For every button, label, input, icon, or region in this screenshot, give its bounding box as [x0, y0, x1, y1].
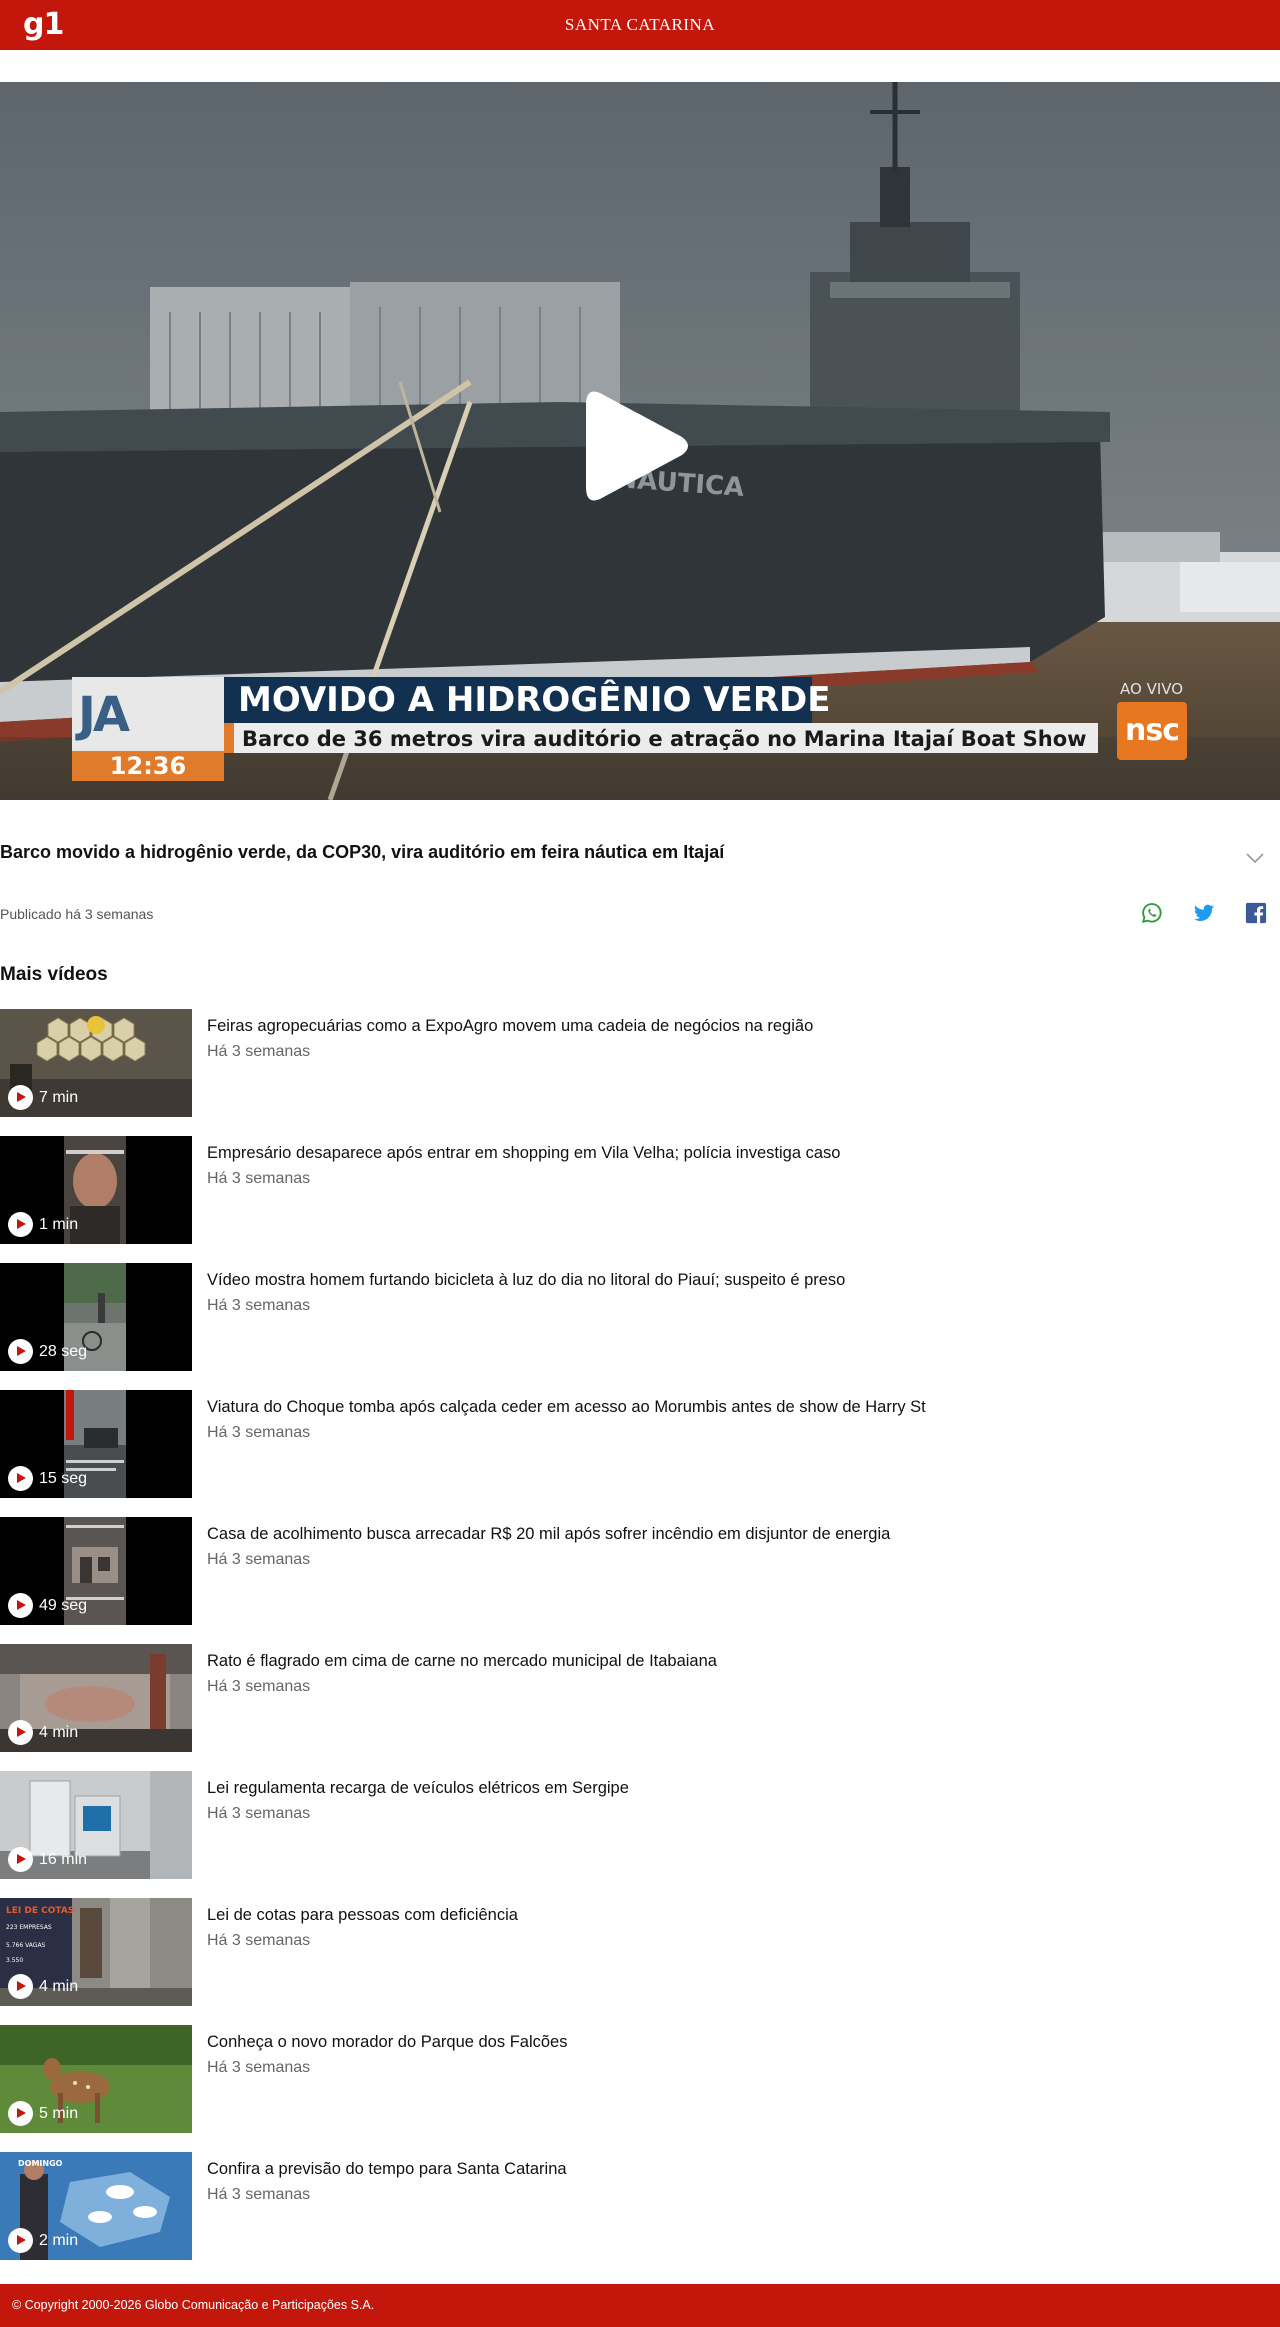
play-icon — [8, 1720, 33, 1745]
program-time: 12:36 — [72, 751, 224, 781]
play-icon — [8, 1466, 33, 1491]
play-icon — [8, 1085, 33, 1110]
duration-badge: 2 min — [8, 2228, 78, 2253]
duration-text: 2 min — [39, 2231, 79, 2249]
video-thumbnail[interactable]: LEI DE COTAS 223 EMPRESAS 5.766 VAGAS 3.… — [0, 1898, 192, 2006]
duration-text: 15 seg — [39, 1469, 88, 1487]
play-icon — [8, 2101, 33, 2126]
video-thumbnail[interactable]: 1 min — [0, 1136, 192, 1244]
video-thumbnail[interactable]: DOMINGO 2 min — [0, 2152, 192, 2260]
footer: © Copyright 2000-2026 Globo Comunicação … — [0, 2284, 1280, 2327]
play-icon[interactable] — [586, 387, 690, 505]
video-thumbnail[interactable]: 5 min — [0, 2025, 192, 2133]
play-icon — [8, 2228, 33, 2253]
item-title[interactable]: Empresário desaparece após entrar em sho… — [207, 1144, 840, 1163]
duration-badge: 15 seg — [8, 1466, 87, 1491]
item-date: Há 3 semanas — [207, 1805, 311, 1822]
play-icon — [8, 1593, 33, 1618]
video-thumbnail[interactable]: 16 min — [0, 1771, 192, 1879]
chevron-down-icon[interactable] — [1246, 852, 1264, 864]
duration-badge: 5 min — [8, 2101, 78, 2126]
live-label: AO VIVO — [1120, 680, 1184, 698]
item-title[interactable]: Feiras agropecuárias como a ExpoAgro mov… — [207, 1017, 813, 1036]
play-icon — [8, 1974, 33, 1999]
item-title[interactable]: Viatura do Choque tomba após calçada ced… — [207, 1398, 926, 1417]
play-icon — [8, 1847, 33, 1872]
list-item[interactable]: 7 min Feiras agropecuárias como a ExpoAg… — [0, 1009, 1280, 1117]
duration-text: 1 min — [39, 1215, 79, 1233]
video-thumbnail[interactable]: 49 seg — [0, 1517, 192, 1625]
twitter-icon[interactable] — [1193, 902, 1215, 924]
duration-badge: 7 min — [8, 1085, 78, 1110]
item-date: Há 3 semanas — [207, 1678, 311, 1695]
duration-text: 4 min — [39, 1723, 79, 1741]
whatsapp-icon[interactable] — [1141, 902, 1163, 924]
item-date: Há 3 semanas — [207, 2186, 311, 2203]
overlay-headline: MOVIDO A HIDROGÊNIO VERDE — [238, 680, 831, 720]
list-item[interactable]: 5 min Conheça o novo morador do Parque d… — [0, 2025, 1280, 2133]
item-title[interactable]: Confira a previsão do tempo para Santa C… — [207, 2160, 567, 2179]
item-title[interactable]: Conheça o novo morador do Parque dos Fal… — [207, 2033, 567, 2052]
duration-badge: 49 seg — [8, 1593, 87, 1618]
item-date: Há 3 semanas — [207, 1043, 311, 1060]
video-thumbnail[interactable]: 28 seg — [0, 1263, 192, 1371]
item-title[interactable]: Lei de cotas para pessoas com deficiênci… — [207, 1906, 518, 1925]
list-item[interactable]: 4 min Rato é flagrado em cima de carne n… — [0, 1644, 1280, 1752]
top-bar: g1 SANTA CATARINA — [0, 0, 1280, 50]
duration-badge: 1 min — [8, 1212, 78, 1237]
svg-text:3.550: 3.550 — [6, 1957, 23, 1964]
svg-text:5.766 VAGAS: 5.766 VAGAS — [6, 1942, 46, 1949]
list-item[interactable]: LEI DE COTAS 223 EMPRESAS 5.766 VAGAS 3.… — [0, 1898, 1280, 2006]
item-date: Há 3 semanas — [207, 1932, 311, 1949]
program-logo: JA — [78, 687, 130, 743]
item-title[interactable]: Rato é flagrado em cima de carne no merc… — [207, 1652, 717, 1671]
published-date: Publicado há 3 semanas — [0, 906, 154, 922]
list-item[interactable]: 1 min Empresário desaparece após entrar … — [0, 1136, 1280, 1244]
item-date: Há 3 semanas — [207, 1297, 311, 1314]
duration-badge: 4 min — [8, 1720, 78, 1745]
list-item[interactable]: DOMINGO 2 min Confira a previsão do temp… — [0, 2152, 1280, 2260]
list-item[interactable]: 28 seg Vídeo mostra homem furtando bicic… — [0, 1263, 1280, 1371]
item-title[interactable]: Casa de acolhimento busca arrecadar R$ 2… — [207, 1525, 890, 1544]
copyright-text: © Copyright 2000-2026 Globo Comunicação … — [12, 2298, 375, 2312]
play-icon — [8, 1212, 33, 1237]
duration-text: 5 min — [39, 2104, 79, 2122]
duration-text: 28 seg — [39, 1342, 88, 1360]
channel-logo: nsc — [1117, 702, 1187, 760]
facebook-icon[interactable] — [1245, 902, 1267, 924]
svg-text:223 EMPRESAS: 223 EMPRESAS — [6, 1924, 52, 1931]
list-item[interactable]: 16 min Lei regulamenta recarga de veícul… — [0, 1771, 1280, 1879]
duration-badge: 28 seg — [8, 1339, 87, 1364]
list-item[interactable]: 15 seg Viatura do Choque tomba após calç… — [0, 1390, 1280, 1498]
region-title[interactable]: SANTA CATARINA — [0, 15, 1280, 35]
item-date: Há 3 semanas — [207, 2059, 311, 2076]
item-date: Há 3 semanas — [207, 1551, 311, 1568]
duration-text: 7 min — [39, 1088, 79, 1106]
item-title[interactable]: Lei regulamenta recarga de veículos elét… — [207, 1779, 629, 1798]
more-videos-heading: Mais vídeos — [0, 964, 108, 985]
duration-text: 16 min — [39, 1850, 88, 1868]
list-item[interactable]: 49 seg Casa de acolhimento busca arrecad… — [0, 1517, 1280, 1625]
item-date: Há 3 semanas — [207, 1424, 311, 1441]
duration-badge: 16 min — [8, 1847, 87, 1872]
duration-text: 4 min — [39, 1977, 79, 1995]
video-thumbnail[interactable]: 15 seg — [0, 1390, 192, 1498]
svg-text:DOMINGO: DOMINGO — [18, 2159, 63, 2168]
svg-text:LEI DE COTAS: LEI DE COTAS — [6, 1906, 74, 1916]
video-thumbnail[interactable]: 4 min — [0, 1644, 192, 1752]
overlay-subtitle: Barco de 36 metros vira auditório e atra… — [242, 727, 1087, 751]
item-date: Há 3 semanas — [207, 1170, 311, 1187]
item-title[interactable]: Vídeo mostra homem furtando bicicleta à … — [207, 1271, 845, 1290]
play-icon — [8, 1339, 33, 1364]
video-title: Barco movido a hidrogênio verde, da COP3… — [0, 842, 725, 862]
video-thumbnail[interactable]: 7 min — [0, 1009, 192, 1117]
duration-badge: 4 min — [8, 1974, 78, 1999]
duration-text: 49 seg — [39, 1596, 88, 1614]
